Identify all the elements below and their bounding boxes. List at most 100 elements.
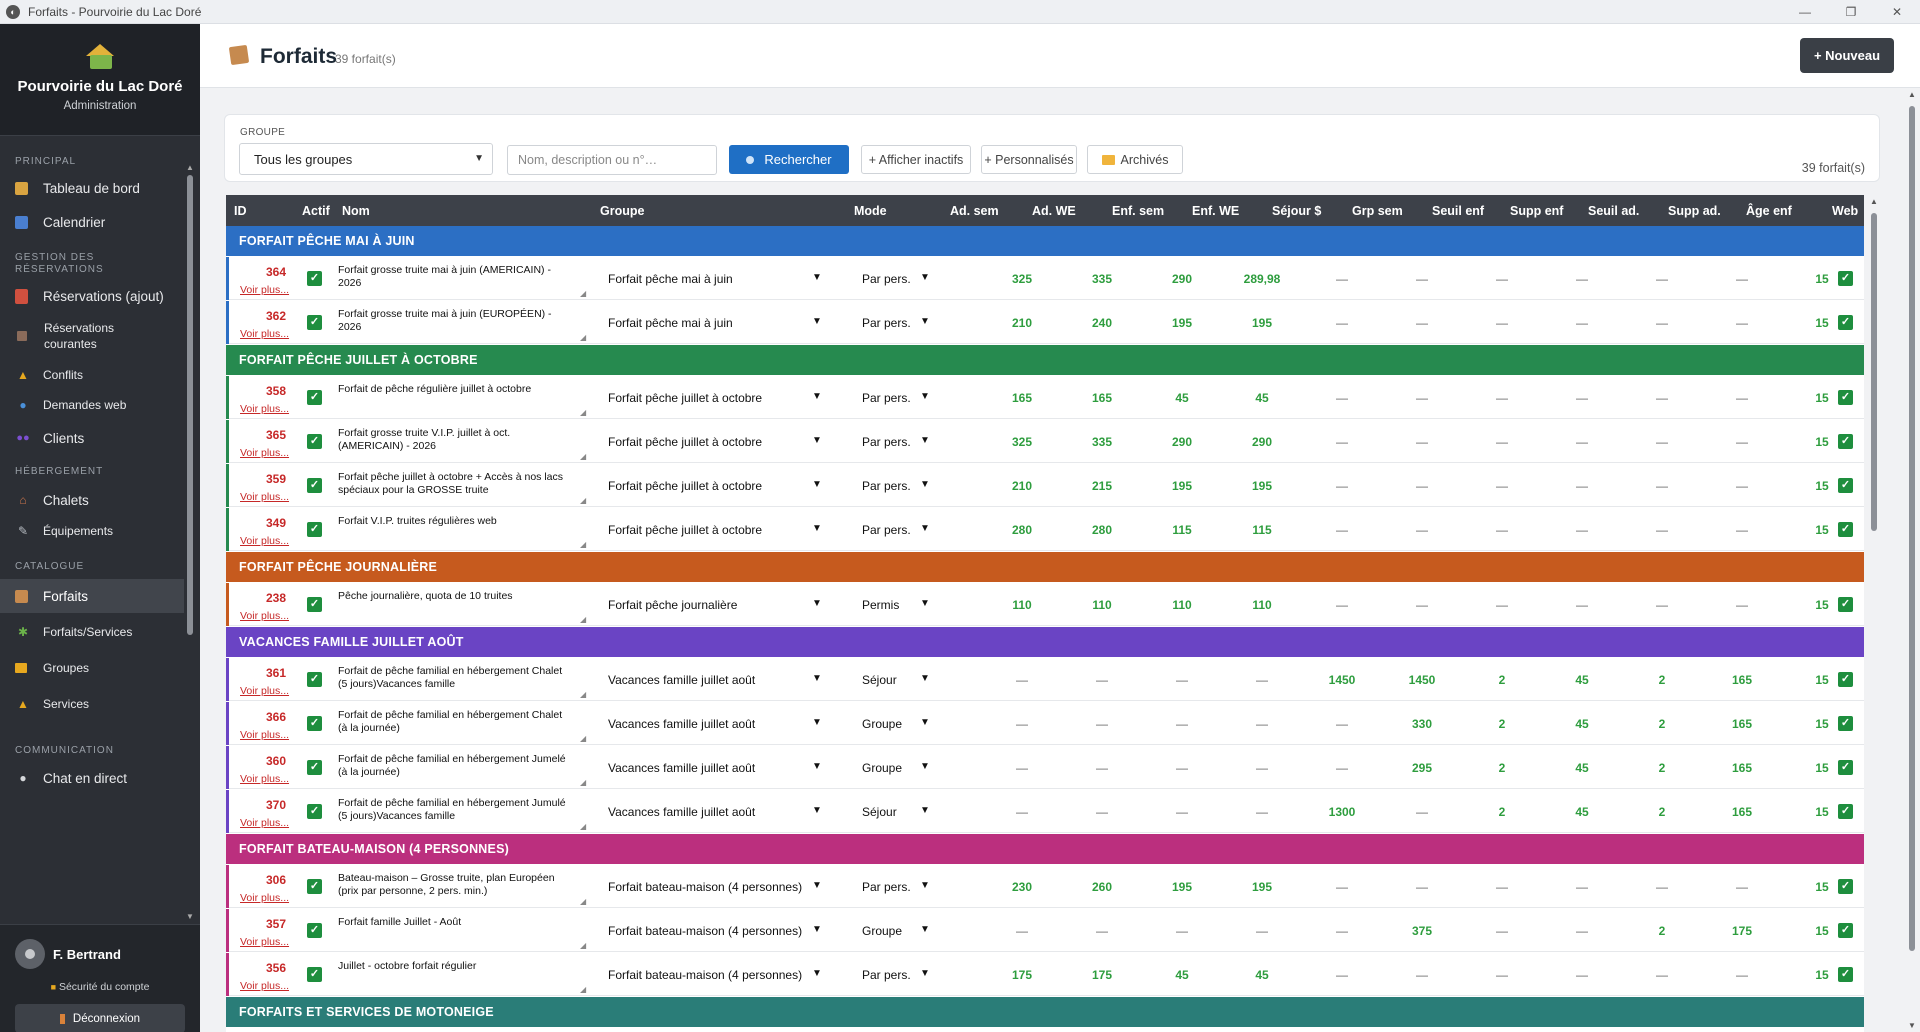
price-cell[interactable]: — <box>1402 479 1442 493</box>
price-cell[interactable]: — <box>1242 761 1282 775</box>
resize-handle-icon[interactable]: ◢ <box>580 734 586 743</box>
group-select[interactable]: Forfait bateau-maison (4 personnes) <box>608 880 802 894</box>
price-cell[interactable]: 215 <box>1082 479 1122 493</box>
price-cell[interactable]: — <box>1402 316 1442 330</box>
price-cell[interactable]: 45 <box>1562 761 1602 775</box>
price-cell[interactable]: — <box>1482 880 1522 894</box>
price-cell[interactable]: — <box>1722 272 1762 286</box>
table-row[interactable]: 365 Voir plus... ✓ Forfait grosse truite V.… <box>226 420 1864 463</box>
price-cell[interactable]: 15 <box>1802 717 1842 731</box>
mode-select[interactable]: Par pers. <box>862 880 911 894</box>
price-cell[interactable]: — <box>1562 316 1602 330</box>
price-cell[interactable]: 175 <box>1082 968 1122 982</box>
price-cell[interactable]: 15 <box>1802 272 1842 286</box>
price-cell[interactable]: 330 <box>1402 717 1442 731</box>
price-cell[interactable]: 15 <box>1802 924 1842 938</box>
price-cell[interactable]: 289,98 <box>1242 272 1282 286</box>
price-cell[interactable]: 210 <box>1002 316 1042 330</box>
price-cell[interactable]: — <box>1162 924 1202 938</box>
scroll-up-icon[interactable]: ▲ <box>1868 197 1880 206</box>
price-cell[interactable]: — <box>1242 805 1282 819</box>
price-cell[interactable]: 15 <box>1802 761 1842 775</box>
price-cell[interactable]: — <box>1722 391 1762 405</box>
resize-handle-icon[interactable]: ◢ <box>580 941 586 950</box>
voir-plus-link[interactable]: Voir plus... <box>240 936 289 948</box>
price-cell[interactable]: 290 <box>1162 272 1202 286</box>
table-row[interactable]: 366 Voir plus... ✓ Forfait de pêche familia… <box>226 702 1864 745</box>
group-select[interactable]: Vacances famille juillet août <box>608 805 755 819</box>
voir-plus-link[interactable]: Voir plus... <box>240 892 289 904</box>
mode-select[interactable]: Par pers. <box>862 479 911 493</box>
price-cell[interactable]: 2 <box>1482 805 1522 819</box>
price-cell[interactable]: — <box>1642 316 1682 330</box>
price-cell[interactable]: — <box>1642 435 1682 449</box>
price-cell[interactable]: 375 <box>1402 924 1442 938</box>
price-cell[interactable]: — <box>1242 673 1282 687</box>
group-select[interactable]: Forfait pêche juillet à octobre <box>608 479 762 493</box>
price-cell[interactable]: 325 <box>1002 272 1042 286</box>
web-checkbox[interactable]: ✓ <box>1838 672 1853 687</box>
price-cell[interactable]: — <box>1562 968 1602 982</box>
web-checkbox[interactable]: ✓ <box>1838 967 1853 982</box>
column-header[interactable]: Actif <box>302 204 330 218</box>
group-select[interactable]: Tous les groupes ▼ <box>239 143 493 175</box>
column-header[interactable]: Enf. sem <box>1112 204 1164 218</box>
price-cell[interactable]: 45 <box>1162 391 1202 405</box>
table-row[interactable]: 370 Voir plus... ✓ Forfait de pêche familia… <box>226 790 1864 833</box>
resize-handle-icon[interactable]: ◢ <box>580 690 586 699</box>
price-cell[interactable]: — <box>1722 523 1762 537</box>
forfait-name-field[interactable]: Pêche journalière, quota de 10 truites <box>338 590 572 603</box>
chevron-down-icon[interactable]: ▼ <box>920 479 930 490</box>
sidebar-item-services[interactable]: ▲ Services <box>0 692 184 716</box>
price-cell[interactable]: — <box>1242 717 1282 731</box>
new-button[interactable]: + Nouveau <box>1800 38 1894 73</box>
mode-select[interactable]: Par pers. <box>862 391 911 405</box>
chevron-down-icon[interactable]: ▼ <box>920 805 930 816</box>
forfait-name-field[interactable]: Forfait de pêche familial en hébergement… <box>338 665 572 691</box>
table-scrollbar[interactable]: ▲ <box>1868 195 1880 1032</box>
price-cell[interactable]: 260 <box>1082 880 1122 894</box>
sidebar-item-reservations-courantes[interactable]: Réservations courantes <box>0 320 184 352</box>
active-checkbox[interactable]: ✓ <box>307 315 322 330</box>
price-cell[interactable]: 1450 <box>1402 673 1442 687</box>
price-cell[interactable]: 1450 <box>1322 673 1362 687</box>
price-cell[interactable]: — <box>1322 523 1362 537</box>
price-cell[interactable]: — <box>1082 761 1122 775</box>
forfait-name-field[interactable]: Forfait pêche juillet à octobre + Accès … <box>338 471 572 497</box>
column-header[interactable]: Ad. sem <box>950 204 999 218</box>
price-cell[interactable]: — <box>1322 968 1362 982</box>
forfait-name-field[interactable]: Forfait de pêche familial en hébergement… <box>338 753 572 779</box>
price-cell[interactable]: — <box>1642 880 1682 894</box>
voir-plus-link[interactable]: Voir plus... <box>240 610 289 622</box>
price-cell[interactable]: — <box>1562 272 1602 286</box>
group-select[interactable]: Forfait bateau-maison (4 personnes) <box>608 968 802 982</box>
active-checkbox[interactable]: ✓ <box>307 522 322 537</box>
column-header[interactable]: Seuil enf <box>1432 204 1484 218</box>
chevron-down-icon[interactable]: ▼ <box>812 598 822 609</box>
account-security-link[interactable]: ■ Sécurité du compte <box>0 981 200 993</box>
price-cell[interactable]: 15 <box>1802 968 1842 982</box>
voir-plus-link[interactable]: Voir plus... <box>240 980 289 992</box>
sidebar-item-chalets[interactable]: ⌂ Chalets <box>0 487 184 513</box>
chevron-down-icon[interactable]: ▼ <box>812 479 822 490</box>
group-select[interactable]: Forfait pêche juillet à octobre <box>608 523 762 537</box>
price-cell[interactable]: — <box>1402 805 1442 819</box>
search-button[interactable]: Rechercher <box>729 145 849 174</box>
voir-plus-link[interactable]: Voir plus... <box>240 447 289 459</box>
price-cell[interactable]: 195 <box>1162 316 1202 330</box>
sidebar-item-calendrier[interactable]: Calendrier <box>0 209 184 235</box>
active-checkbox[interactable]: ✓ <box>307 271 322 286</box>
price-cell[interactable]: — <box>1722 880 1762 894</box>
price-cell[interactable]: 15 <box>1802 391 1842 405</box>
column-header[interactable]: Groupe <box>600 204 644 218</box>
chevron-down-icon[interactable]: ▼ <box>920 924 930 935</box>
resize-handle-icon[interactable]: ◢ <box>580 289 586 298</box>
table-row[interactable]: 362 Voir plus... ✓ Forfait grosse truite ma… <box>226 301 1864 344</box>
price-cell[interactable]: — <box>1322 272 1362 286</box>
price-cell[interactable]: — <box>1002 924 1042 938</box>
group-select[interactable]: Forfait pêche juillet à octobre <box>608 435 762 449</box>
price-cell[interactable]: 195 <box>1162 479 1202 493</box>
group-select[interactable]: Forfait bateau-maison (4 personnes) <box>608 924 802 938</box>
price-cell[interactable]: — <box>1642 391 1682 405</box>
sidebar-item-tableau[interactable]: Tableau de bord <box>0 175 184 201</box>
